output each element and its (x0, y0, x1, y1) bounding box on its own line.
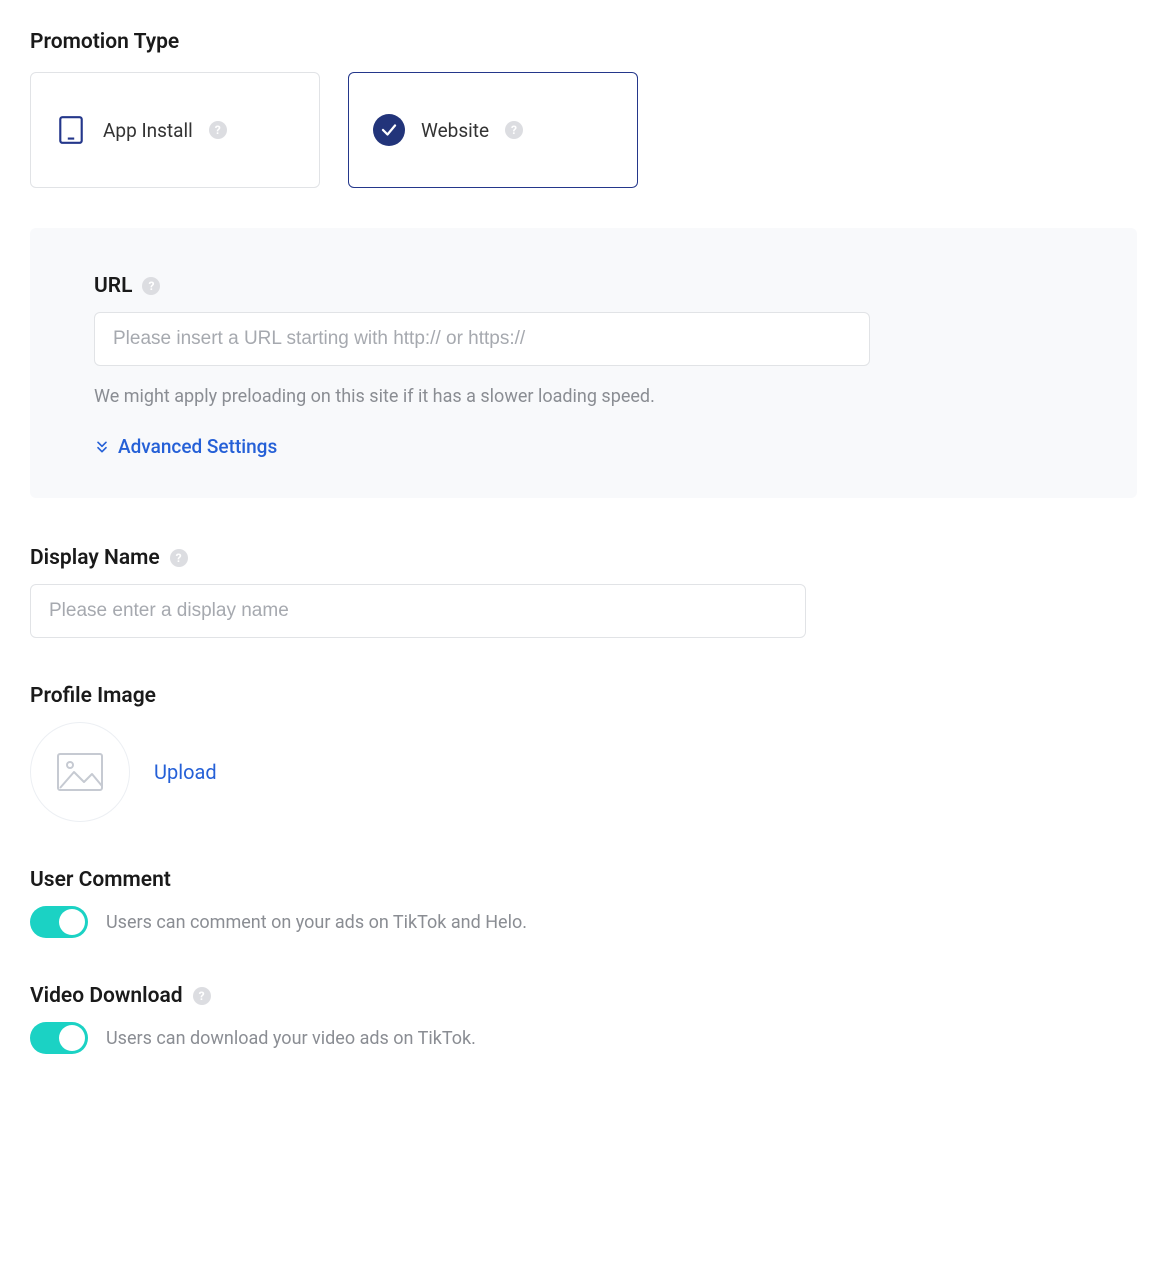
video-download-label-text: Video Download (30, 984, 183, 1008)
user-comment-caption: Users can comment on your ads on TikTok … (106, 912, 527, 933)
profile-image-section: Profile Image Upload (30, 684, 1137, 822)
video-download-label: Video Download ? (30, 984, 1137, 1008)
toggle-knob (59, 909, 85, 935)
check-circle-icon (373, 114, 405, 146)
help-icon[interactable]: ? (505, 121, 523, 139)
user-comment-label-text: User Comment (30, 868, 171, 892)
promotion-option-app-install[interactable]: App Install ? (30, 72, 320, 188)
help-icon[interactable]: ? (209, 121, 227, 139)
user-comment-label: User Comment (30, 868, 1137, 892)
promotion-option-website[interactable]: Website ? (348, 72, 638, 188)
profile-image-label: Profile Image (30, 684, 1137, 708)
promotion-type-options: App Install ? Website ? (30, 72, 1137, 188)
display-name-section: Display Name ? (30, 546, 1137, 638)
url-input[interactable] (94, 312, 870, 366)
video-download-section: Video Download ? Users can download your… (30, 984, 1137, 1054)
promotion-type-label: Promotion Type (30, 30, 1137, 54)
upload-link[interactable]: Upload (154, 760, 217, 784)
promotion-option-app-install-label: App Install (103, 119, 193, 142)
profile-image-placeholder[interactable] (30, 722, 130, 822)
help-icon[interactable]: ? (193, 987, 211, 1005)
url-label: URL ? (94, 274, 1073, 298)
help-icon[interactable]: ? (142, 277, 160, 295)
user-comment-toggle[interactable] (30, 906, 88, 938)
display-name-label: Display Name ? (30, 546, 1137, 570)
tablet-icon (55, 114, 87, 146)
help-icon[interactable]: ? (170, 549, 188, 567)
url-label-text: URL (94, 274, 132, 298)
promotion-type-text: Promotion Type (30, 30, 179, 54)
advanced-settings-label: Advanced Settings (118, 435, 277, 458)
display-name-input[interactable] (30, 584, 806, 638)
advanced-settings-toggle[interactable]: Advanced Settings (94, 435, 1073, 458)
url-helper-text: We might apply preloading on this site i… (94, 386, 1073, 407)
url-panel: URL ? We might apply preloading on this … (30, 228, 1137, 498)
display-name-label-text: Display Name (30, 546, 160, 570)
toggle-knob (59, 1025, 85, 1051)
video-download-caption: Users can download your video ads on Tik… (106, 1028, 476, 1049)
promotion-option-website-label: Website (421, 119, 489, 142)
profile-image-label-text: Profile Image (30, 684, 156, 708)
chevron-double-down-icon (94, 439, 110, 455)
user-comment-section: User Comment Users can comment on your a… (30, 868, 1137, 938)
video-download-toggle[interactable] (30, 1022, 88, 1054)
image-icon (56, 752, 104, 792)
